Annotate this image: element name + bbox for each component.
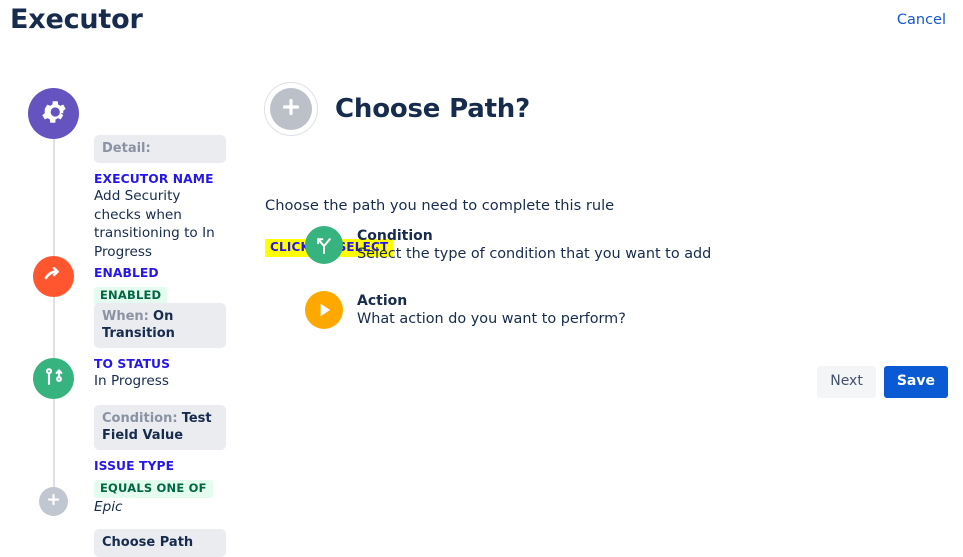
option-condition[interactable]: Condition Select the type of condition t… <box>305 226 711 264</box>
timeline-block-when: When: On Transition TO STATUS In Progres… <box>94 303 226 391</box>
plus-icon <box>279 95 303 123</box>
timeline-node-condition[interactable] <box>33 358 74 399</box>
choose-path-avatar <box>264 82 318 136</box>
to-status-label: TO STATUS <box>94 357 171 371</box>
when-chip-key: When: <box>102 309 149 324</box>
timeline-block-detail: Detail: EXECUTOR NAME Add Security check… <box>94 135 226 305</box>
main-title: Choose Path? <box>335 94 530 124</box>
detail-chip[interactable]: Detail: <box>94 135 226 163</box>
executor-name-value: Add Security checks when transitioning t… <box>94 188 215 260</box>
save-button[interactable]: Save <box>883 366 948 398</box>
branch-icon <box>42 365 66 393</box>
option-action-title: Action <box>357 293 408 309</box>
page-title: Executor <box>10 4 143 35</box>
main-panel-header: Choose Path? <box>264 82 530 136</box>
rail-connector-1 <box>53 136 55 260</box>
rule-timeline-rail: Detail: EXECUTOR NAME Add Security check… <box>0 46 245 557</box>
option-condition-text: Condition Select the type of condition t… <box>357 226 711 264</box>
condition-chip-key: Condition: <box>102 411 178 426</box>
issue-type-value: Epic <box>94 499 123 515</box>
option-action-text: Action What action do you want to perfor… <box>357 291 626 329</box>
option-condition-title: Condition <box>357 228 433 244</box>
main-subtitle: Choose the path you need to complete thi… <box>265 197 615 214</box>
rail-connector-3 <box>53 396 55 492</box>
rail-connector-2 <box>53 293 55 361</box>
to-status-value: In Progress <box>94 373 169 389</box>
timeline-block-condition: Condition: Test Field Value ISSUE TYPE E… <box>94 405 226 517</box>
fork-arrow-icon <box>305 226 343 264</box>
condition-chip[interactable]: Condition: Test Field Value <box>94 405 226 450</box>
operator-badge: EQUALS ONE OF <box>94 480 213 498</box>
top-header-bar: Executor Cancel <box>0 0 963 46</box>
footer-button-row: Next Save <box>817 366 948 398</box>
choose-path-chip[interactable]: Choose Path <box>94 529 226 557</box>
plus-disc <box>270 88 312 130</box>
when-chip[interactable]: When: On Transition <box>94 303 226 348</box>
option-action[interactable]: Action What action do you want to perfor… <box>305 291 626 329</box>
detail-chip-label: Detail: <box>102 141 151 156</box>
option-condition-desc: Select the type of condition that you wa… <box>357 246 712 262</box>
timeline-node-add[interactable] <box>39 487 68 516</box>
cancel-link[interactable]: Cancel <box>897 12 946 28</box>
transition-arrow-icon <box>42 263 66 291</box>
gear-icon <box>39 97 69 131</box>
plus-icon <box>45 491 62 512</box>
option-action-desc: What action do you want to perform? <box>357 311 626 327</box>
main-panel: Choose Path? Choose the path you need to… <box>264 46 963 537</box>
issue-type-label: ISSUE TYPE <box>94 459 175 473</box>
timeline-node-when[interactable] <box>33 256 74 297</box>
timeline-node-detail[interactable] <box>28 88 79 139</box>
enabled-label: ENABLED <box>94 266 159 280</box>
choose-path-chip-value: Choose Path <box>102 535 194 550</box>
play-icon <box>305 291 343 329</box>
executor-name-label: EXECUTOR NAME <box>94 172 214 186</box>
timeline-block-choose-path: Choose Path <box>94 529 226 557</box>
next-button[interactable]: Next <box>817 366 876 398</box>
